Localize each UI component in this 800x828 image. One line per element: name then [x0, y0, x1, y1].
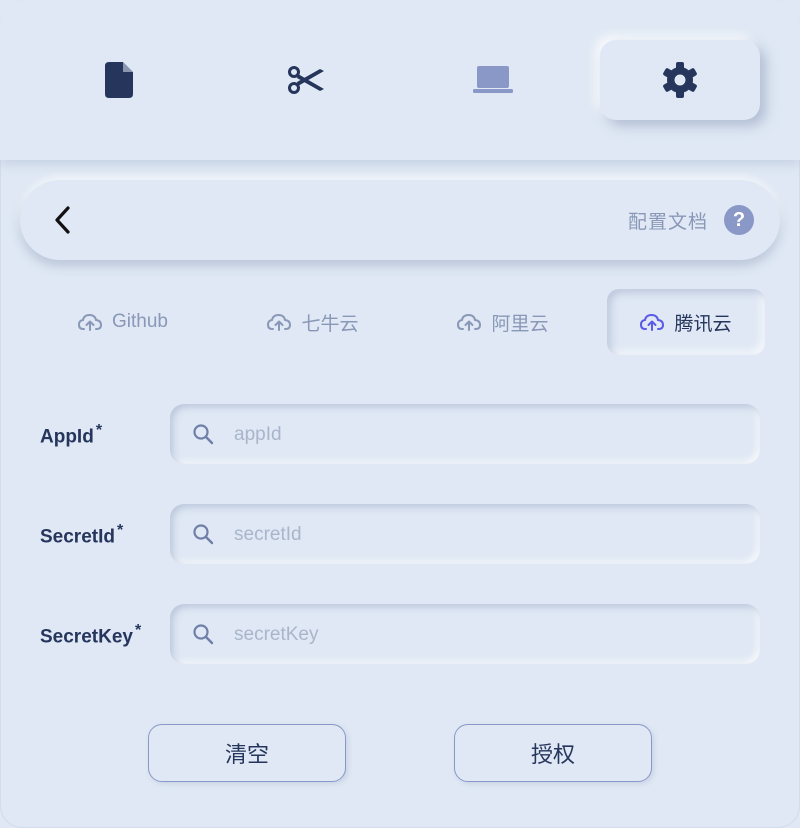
appid-field: [170, 404, 760, 464]
config-doc-link[interactable]: 配置文档: [628, 207, 708, 234]
required-mark: *: [116, 522, 124, 539]
secretkey-label: SecretKey *: [40, 622, 142, 648]
authorize-button[interactable]: 授权: [454, 724, 652, 782]
toolbar-laptop-button[interactable]: [413, 40, 573, 120]
toolbar-settings-button[interactable]: [600, 40, 760, 120]
scissors-icon: [288, 66, 324, 94]
form-row-secretkey: SecretKey *: [0, 604, 800, 664]
secretid-input[interactable]: [232, 514, 736, 556]
back-button[interactable]: [46, 204, 78, 236]
config-header: 配置文档 ?: [20, 180, 780, 260]
tab-tencent[interactable]: 腾讯云: [607, 289, 765, 355]
tab-qiniu-label: 七牛云: [301, 313, 359, 335]
tab-aliyun[interactable]: 阿里云: [424, 289, 582, 355]
cloud-upload-icon: [457, 313, 482, 331]
help-icon[interactable]: ?: [724, 205, 754, 235]
chevron-left-icon: [55, 206, 70, 234]
laptop-icon: [473, 66, 513, 93]
cloud-upload-icon: [78, 313, 102, 331]
file-icon: [105, 62, 133, 98]
search-icon: [192, 423, 214, 450]
form-row-secretid: SecretId *: [0, 504, 800, 564]
search-icon: [192, 623, 214, 650]
secretkey-field: [170, 604, 760, 664]
cloud-upload-icon: [267, 313, 292, 331]
search-icon: [192, 523, 214, 550]
tab-aliyun-label: 阿里云: [491, 313, 549, 335]
tab-qiniu[interactable]: 七牛云: [234, 289, 392, 355]
clear-button[interactable]: 清空: [148, 724, 346, 782]
tab-tencent-label: 腾讯云: [674, 313, 732, 335]
required-mark: *: [134, 622, 142, 639]
secretid-label: SecretId *: [40, 522, 124, 548]
tab-github[interactable]: Github: [44, 289, 202, 355]
toolbar-file-button[interactable]: [40, 40, 200, 120]
tab-github-label: Github: [112, 311, 168, 332]
gear-icon: [663, 62, 697, 98]
form-row-appid: AppId *: [0, 404, 800, 464]
secretid-field: [170, 504, 760, 564]
cloud-upload-icon: [640, 313, 665, 331]
appid-input[interactable]: [232, 414, 736, 456]
top-toolbar: [0, 0, 800, 160]
secretkey-input[interactable]: [232, 614, 736, 656]
toolbar-scissors-button[interactable]: [227, 40, 387, 120]
required-mark: *: [95, 422, 103, 439]
appid-label: AppId *: [40, 422, 103, 448]
settings-panel: 配置文档 ? Github 七牛云 阿里云 腾讯云 AppId * appId …: [0, 0, 800, 828]
